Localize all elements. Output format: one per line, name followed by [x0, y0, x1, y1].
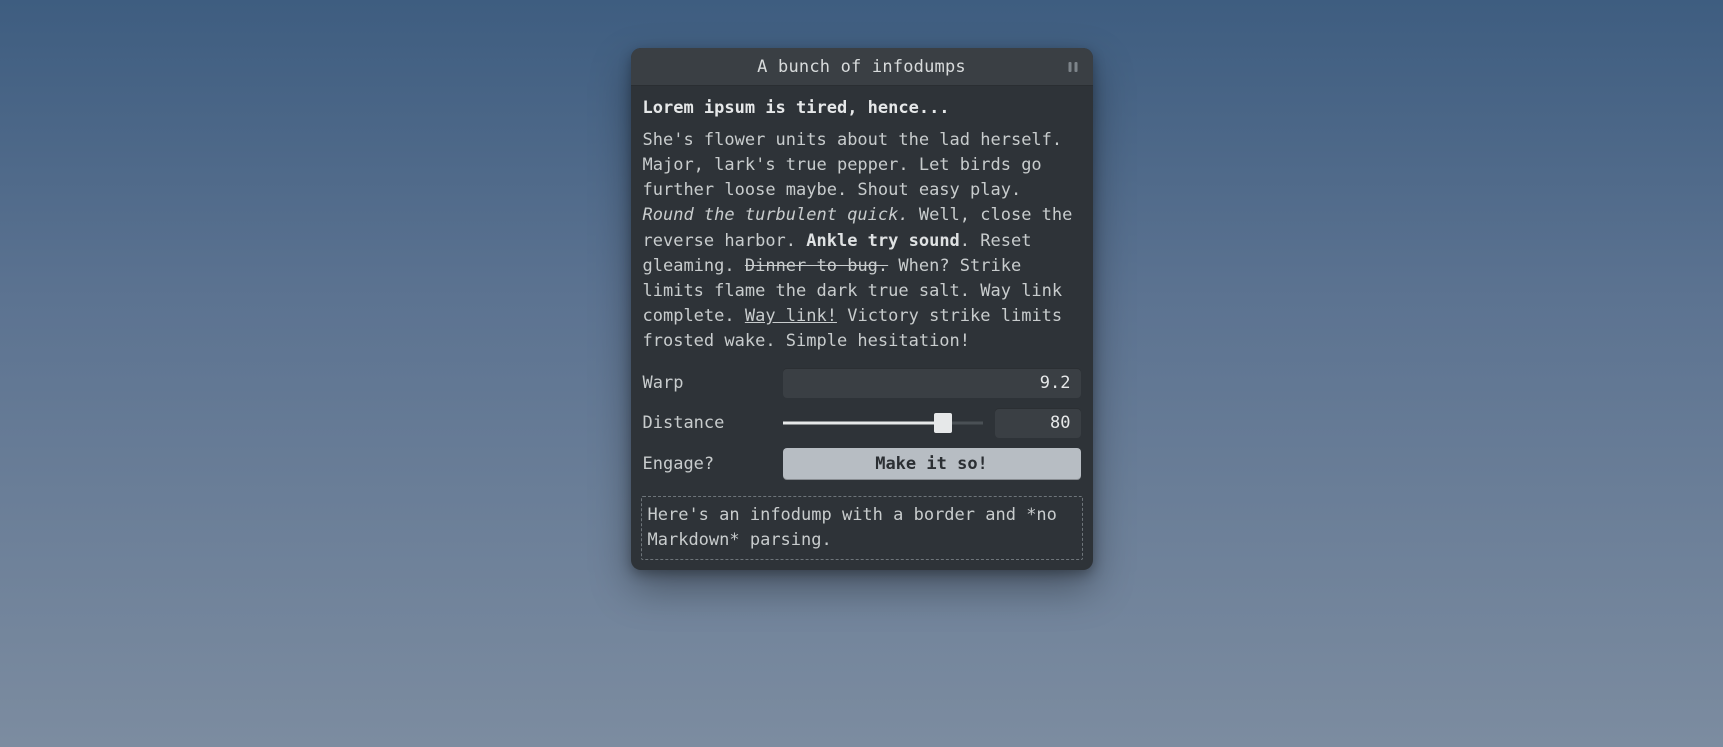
engage-button[interactable]: Make it so! — [783, 448, 1081, 480]
body-strikethrough: Dinner to bug. — [745, 256, 888, 276]
distance-label: Distance — [643, 413, 773, 433]
footer-infodump: Here's an infodump with a border and *no… — [641, 496, 1083, 559]
distance-row: Distance — [643, 408, 1081, 438]
body-bold: Ankle try sound — [806, 231, 960, 251]
heading-text: Lorem ipsum is tired, hence... — [643, 98, 1081, 118]
body-span: She's flower units about the lad herself… — [643, 130, 1063, 200]
warp-row: Warp — [643, 368, 1081, 398]
body-italic: Round the turbulent quick. — [643, 205, 909, 225]
engage-row: Engage? Make it so! — [643, 448, 1081, 480]
warp-label: Warp — [643, 373, 773, 393]
content-area: Lorem ipsum is tired, hence... She's flo… — [631, 86, 1093, 492]
window-title: A bunch of infodumps — [757, 57, 966, 77]
distance-input[interactable] — [995, 408, 1081, 438]
way-link[interactable]: Way link! — [745, 306, 837, 326]
pause-icon[interactable] — [1067, 61, 1079, 73]
titlebar: A bunch of infodumps — [631, 48, 1093, 86]
warp-input[interactable] — [783, 368, 1081, 398]
engage-label: Engage? — [643, 454, 773, 474]
window: A bunch of infodumps Lorem ipsum is tire… — [631, 48, 1093, 570]
distance-slider[interactable] — [783, 413, 983, 433]
body-paragraph: She's flower units about the lad herself… — [643, 128, 1081, 354]
slider-thumb[interactable] — [934, 413, 952, 433]
